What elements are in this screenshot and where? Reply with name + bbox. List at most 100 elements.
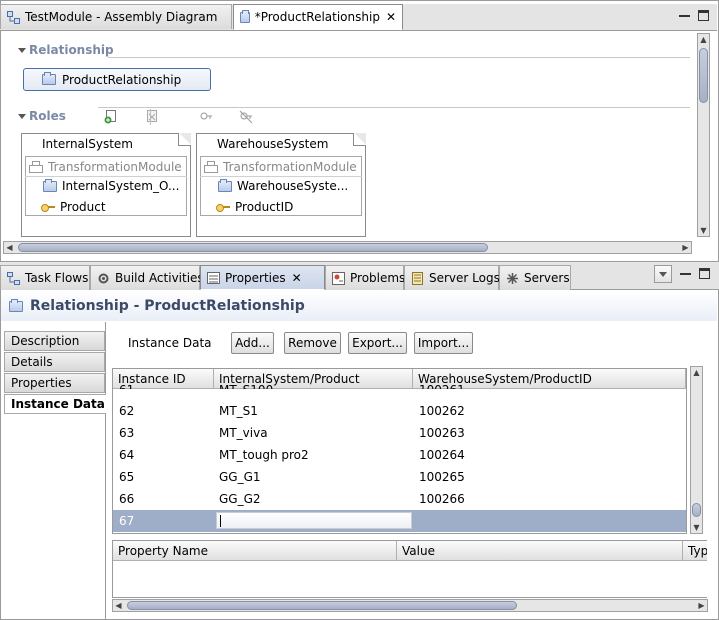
role-object: InternalSystem_O... [62, 179, 180, 193]
scroll-left-arrow-icon[interactable]: ◀ [113, 600, 124, 611]
close-icon[interactable]: ✕ [292, 271, 302, 285]
column-header-type[interactable]: Typ [683, 541, 707, 561]
tab-servers[interactable]: Servers [499, 265, 571, 290]
side-tab-instance-data[interactable]: Instance Data [4, 394, 106, 414]
side-tab-properties[interactable]: Properties [4, 373, 105, 393]
header-mask [113, 389, 686, 399]
close-icon[interactable]: ✕ [386, 10, 396, 24]
table-row[interactable]: 65 GG_G1 100265 [113, 466, 686, 488]
servers-icon [506, 272, 519, 285]
tab-build-activities[interactable]: Build Activities [90, 265, 204, 290]
scroll-up-arrow-icon[interactable]: ▲ [691, 367, 702, 378]
role-type-row: TransformationModule [200, 157, 362, 177]
add-key-icon[interactable] [199, 110, 213, 124]
role-object-row[interactable]: InternalSystem_O... [25, 176, 187, 196]
table-cell: 65 [119, 470, 135, 484]
business-object-icon [43, 178, 57, 192]
tab-problems[interactable]: Problems [325, 265, 405, 290]
tab-label: TestModule - Assembly Diagram [25, 10, 218, 24]
instance-data-table[interactable]: Instance ID InternalSystem/Product Wareh… [112, 368, 687, 534]
business-object-icon [218, 178, 232, 192]
scroll-left-arrow-icon[interactable]: ◀ [4, 242, 15, 253]
table-cell: 66 [119, 492, 135, 506]
add-button[interactable]: Add... [231, 332, 274, 354]
column-header-label: Typ [688, 543, 707, 558]
text-caret [220, 515, 221, 527]
page-title: Relationship - ProductRelationship [30, 298, 305, 314]
add-role-icon[interactable] [104, 110, 118, 124]
scroll-thumb[interactable] [699, 48, 708, 103]
scroll-up-arrow-icon[interactable]: ▲ [698, 34, 709, 45]
roles-section-header[interactable]: Roles [18, 109, 66, 123]
property-table[interactable]: Property Name Value Typ [112, 540, 707, 598]
role-key: ProductID [235, 200, 294, 214]
table-cell: GG_G2 [219, 492, 261, 506]
relationship-item[interactable]: ProductRelationship [23, 68, 211, 91]
role-key-row[interactable]: ProductID [200, 197, 362, 217]
table-row[interactable]: 62 MT_S1 100262 [113, 400, 686, 422]
server-logs-icon [411, 271, 424, 285]
button-label: Import... [417, 336, 470, 350]
table-vertical-scrollbar[interactable]: ▲ ▼ [690, 366, 703, 534]
remove-key-icon[interactable] [239, 110, 253, 124]
table-row[interactable]: 63 MT_viva 100263 [113, 422, 686, 444]
minimize-editor-button[interactable] [679, 10, 690, 17]
tab-label: Build Activities [115, 271, 204, 285]
card-fold [178, 133, 191, 146]
role-card-internal-system[interactable]: InternalSystem TransformationModule Inte… [21, 133, 191, 237]
views-tab-bar: Task Flows Build Activities Properties ✕… [0, 263, 719, 290]
role-name: WarehouseSystem [217, 137, 329, 151]
scroll-thumb[interactable] [692, 503, 701, 517]
views-horizontal-scrollbar[interactable]: ◀ ▶ [112, 599, 708, 612]
import-button[interactable]: Import... [414, 332, 473, 354]
build-activities-icon [97, 272, 110, 285]
side-tab-description[interactable]: Description [4, 331, 105, 351]
role-name: InternalSystem [42, 137, 133, 151]
maximize-views-button[interactable] [699, 268, 710, 279]
table-cell: 100262 [419, 404, 465, 418]
properties-icon [207, 271, 220, 284]
table-cell: 62 [119, 404, 135, 418]
cell-editor-input[interactable] [216, 512, 412, 529]
tab-label: Servers [524, 271, 570, 285]
view-menu-button[interactable] [654, 265, 672, 283]
role-object-row[interactable]: WarehouseSyste... [200, 176, 362, 196]
table-row[interactable]: 66 GG_G2 100266 [113, 488, 686, 510]
column-header-value[interactable]: Value [397, 541, 683, 561]
table-cell: 64 [119, 448, 135, 462]
scroll-down-arrow-icon[interactable]: ▼ [691, 522, 702, 533]
column-header-property-name[interactable]: Property Name [113, 541, 397, 561]
tab-task-flows[interactable]: Task Flows [0, 265, 90, 290]
role-type-row: TransformationModule [25, 157, 187, 177]
remove-role-icon[interactable] [145, 110, 159, 124]
scroll-right-arrow-icon[interactable]: ▶ [696, 600, 707, 611]
tab-properties[interactable]: Properties ✕ [200, 265, 325, 290]
role-object: WarehouseSyste... [237, 179, 349, 193]
tab-assembly-diagram[interactable]: TestModule - Assembly Diagram [0, 4, 232, 29]
export-button[interactable]: Export... [348, 332, 407, 354]
relationship-name: ProductRelationship [62, 72, 182, 87]
scroll-thumb[interactable] [18, 243, 488, 252]
scroll-thumb[interactable] [127, 601, 517, 610]
relationship-section-header[interactable]: Relationship [18, 43, 114, 57]
editor-horizontal-scrollbar[interactable]: ◀ ▶ [3, 241, 692, 254]
minimize-views-button[interactable] [680, 268, 691, 275]
table-cell: 100265 [419, 470, 465, 484]
maximize-editor-button[interactable] [698, 10, 709, 21]
side-tab-details[interactable]: Details [4, 352, 105, 372]
role-key-row[interactable]: Product [25, 197, 187, 217]
column-header-label: Property Name [118, 543, 208, 558]
table-row[interactable]: 64 MT_tough pro2 100264 [113, 444, 686, 466]
role-type: TransformationModule [223, 159, 357, 174]
tab-product-relationship[interactable]: *ProductRelationship ✕ [233, 4, 403, 30]
tab-label: *ProductRelationship [254, 10, 380, 24]
role-key: Product [60, 200, 106, 214]
tab-server-logs[interactable]: Server Logs [404, 265, 500, 290]
remove-button[interactable]: Remove [284, 332, 341, 354]
relationship-icon [240, 9, 250, 23]
table-row-selected[interactable]: 67 [113, 510, 686, 532]
scroll-down-arrow-icon[interactable]: ▼ [698, 225, 709, 236]
scroll-right-arrow-icon[interactable]: ▶ [680, 242, 691, 253]
editor-vertical-scrollbar[interactable]: ▲ ▼ [697, 33, 710, 237]
role-card-warehouse-system[interactable]: WarehouseSystem TransformationModule War… [196, 133, 366, 237]
